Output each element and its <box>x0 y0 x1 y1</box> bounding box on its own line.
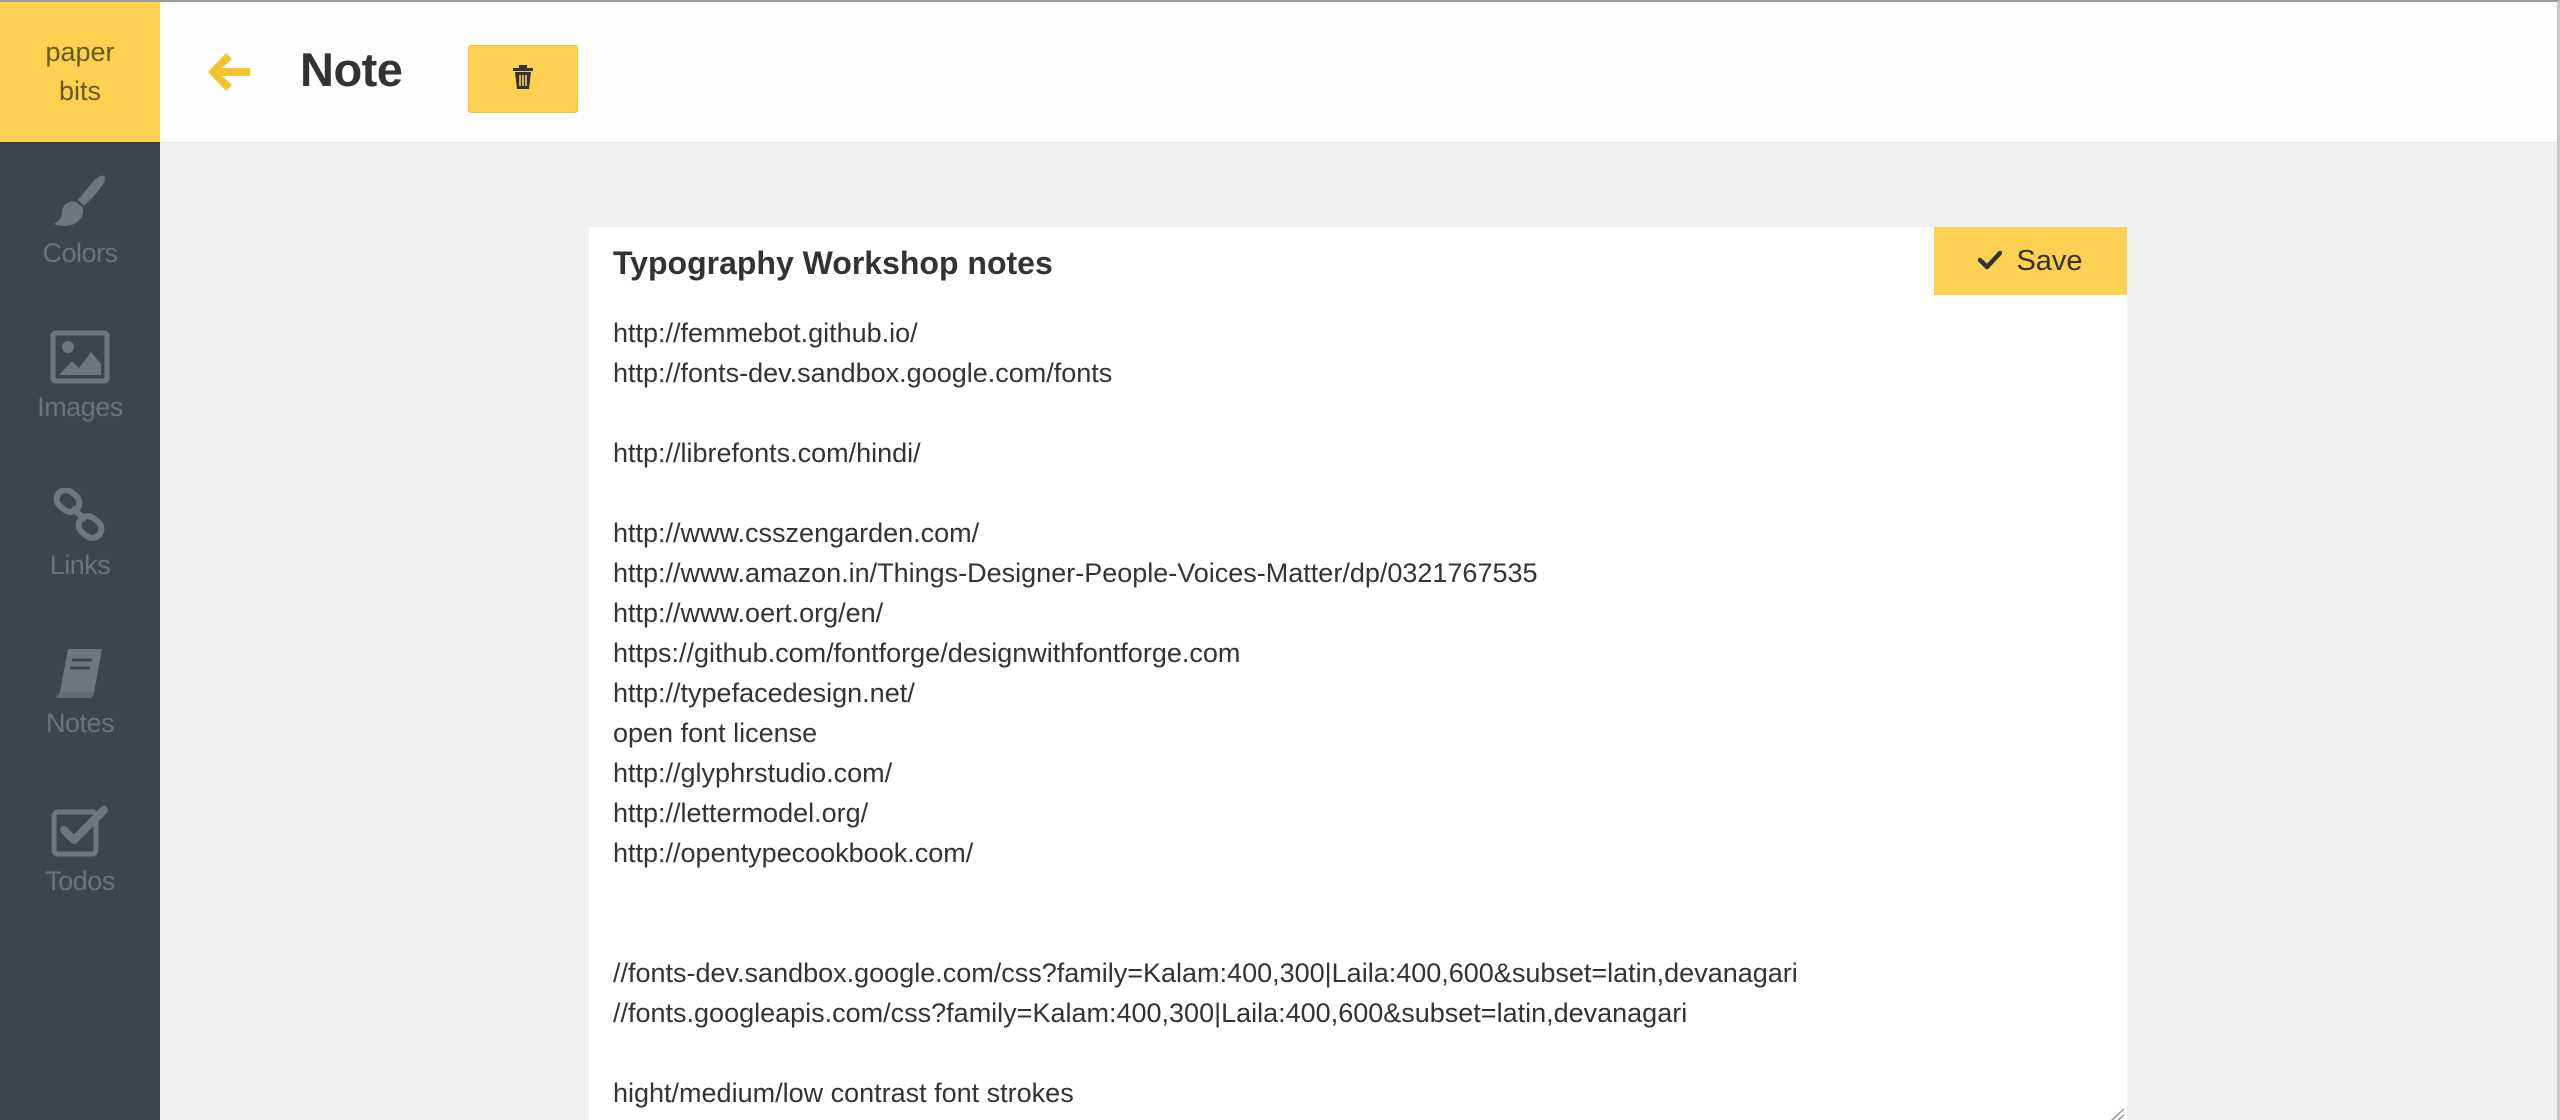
trash-icon <box>513 64 533 94</box>
save-label: Save <box>2016 244 2083 277</box>
resize-handle-icon[interactable] <box>2107 1108 2125 1120</box>
logo-line-paper: paper <box>45 37 115 67</box>
checkbox-icon <box>50 804 110 858</box>
paintbrush-icon <box>50 172 110 230</box>
sidebar-item-images[interactable]: Images <box>0 300 160 458</box>
sidebar-item-todos[interactable]: Todos <box>0 774 160 932</box>
logo[interactable]: paper bits <box>0 2 160 142</box>
link-icon <box>50 488 110 542</box>
back-button[interactable] <box>206 50 252 94</box>
logo-line-bits: bits <box>58 76 102 106</box>
sidebar-item-colors[interactable]: Colors <box>0 142 160 300</box>
book-icon <box>50 646 110 700</box>
delete-button[interactable] <box>468 45 578 113</box>
note-body-textarea[interactable]: http://femmebot.github.io/ http://fonts-… <box>613 313 2093 1113</box>
sidebar-item-label: Notes <box>45 708 115 738</box>
sidebar-item-label: Colors <box>42 238 118 268</box>
sidebar-item-notes[interactable]: Notes <box>0 616 160 774</box>
note-editor: Typography Workshop notes Save http://fe… <box>589 227 2127 1120</box>
sidebar-item-label: Links <box>49 550 111 580</box>
arrow-left-icon <box>206 53 252 98</box>
sidebar-item-links[interactable]: Links <box>0 458 160 616</box>
save-button[interactable]: Save <box>1934 227 2127 295</box>
header: Note <box>160 2 2557 143</box>
sidebar-item-label: Todos <box>45 866 115 896</box>
note-title[interactable]: Typography Workshop notes <box>613 245 1053 282</box>
page-title: Note <box>300 43 403 96</box>
sidebar: paper bits Colors Images Links Notes Tod… <box>0 2 160 1120</box>
sidebar-item-label: Images <box>37 392 123 422</box>
image-icon <box>50 330 110 384</box>
checkmark-icon <box>1978 245 2003 278</box>
app-window: paper bits Colors Images Links Notes Tod… <box>0 0 2560 1120</box>
